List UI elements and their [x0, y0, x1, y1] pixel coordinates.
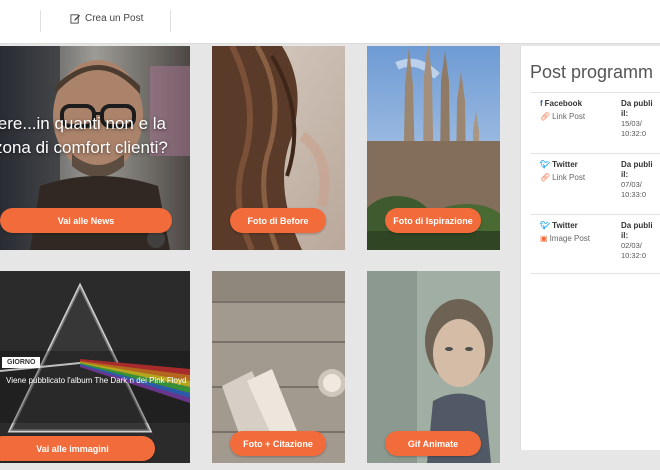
create-post-label: Crea un Post [85, 13, 144, 24]
news-headline: iere...in quanti non e la zona di comfor… [0, 114, 168, 157]
twitter-icon: 🐦︎ [540, 160, 551, 169]
edit-icon [70, 14, 81, 24]
quote-photo-tile[interactable]: Foto + Citazione [212, 271, 345, 463]
gif-tile[interactable]: Gif Animate [367, 271, 500, 463]
post-schedule-date: 02/03/ 10:32:0 [621, 241, 647, 260]
post-network: Twitter [552, 160, 578, 169]
link-icon: 🔗︎ [540, 173, 551, 182]
scheduled-post-row[interactable]: 🐦︎ Twitter 🔗︎ Link Post Da publi il: 07/… [530, 153, 660, 213]
post-schedule-label: Da publi il: [621, 99, 653, 118]
post-network: Facebook [544, 99, 583, 108]
post-schedule-label: Da publi il: [621, 221, 653, 240]
prism-badge: GIORNO [2, 357, 41, 368]
image-icon: ▣ [540, 234, 548, 243]
before-cta-button[interactable]: Foto di Before [230, 208, 326, 233]
gif-cta-button[interactable]: Gif Animate [385, 431, 481, 456]
quote-photo-cta-button[interactable]: Foto + Citazione [230, 431, 326, 456]
post-schedule-label: Da publi il: [621, 160, 653, 179]
twitter-icon: 🐦︎ [540, 221, 551, 230]
link-icon: 🔗︎ [540, 112, 551, 121]
images-tile[interactable]: GIORNO Viene pubblicato l'album The Dark… [0, 271, 190, 463]
news-tile[interactable]: iere...in quanti non e la zona di comfor… [0, 46, 190, 250]
scheduled-posts-title: Post programm [530, 62, 654, 82]
post-network: Twitter [552, 221, 578, 230]
post-type: Link Post [552, 112, 586, 121]
inspiration-tile[interactable]: Foto di Ispirazione [367, 46, 500, 250]
scheduled-post-row[interactable]: 🐦︎ Twitter ▣ Image Post Da publi il: 02/… [530, 214, 660, 274]
before-tile[interactable]: Foto di Before [212, 46, 345, 250]
scheduled-post-row[interactable]: f Facebook 🔗︎ Link Post Da publi il: 15/… [530, 92, 660, 152]
post-type: Image Post [549, 234, 591, 243]
post-schedule-date: 15/03/ 10:32:0 [621, 119, 647, 138]
news-cta-button[interactable]: Vai alle News [0, 208, 172, 233]
inspiration-cta-button[interactable]: Foto di Ispirazione [385, 208, 481, 233]
top-toolbar: Crea un Post [0, 0, 660, 44]
post-type: Link Post [552, 173, 586, 182]
facebook-icon: f [540, 99, 543, 108]
toolbar-divider [170, 10, 171, 32]
toolbar-divider [40, 10, 41, 32]
images-cta-button[interactable]: Vai alle immagini [0, 436, 155, 461]
create-post-button[interactable]: Crea un Post [70, 13, 143, 24]
post-schedule-date: 07/03/ 10:33:0 [621, 180, 647, 199]
scheduled-posts-panel: Post programm f Facebook 🔗︎ Link Post Da… [520, 46, 660, 450]
prism-caption: Viene pubblicato l'album The Dark n dei … [6, 376, 187, 385]
